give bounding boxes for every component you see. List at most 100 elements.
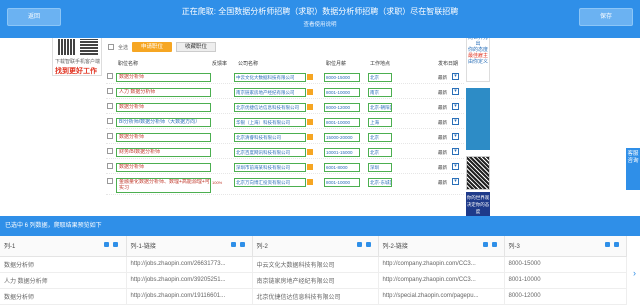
edit-icon[interactable] bbox=[104, 242, 109, 247]
row-checkbox[interactable] bbox=[107, 103, 113, 109]
location: 北京 bbox=[368, 148, 392, 157]
location: 深圳 bbox=[368, 163, 392, 172]
column-header[interactable]: 列-1-链接 bbox=[126, 236, 253, 257]
row-checkbox[interactable] bbox=[107, 148, 113, 154]
apply-button[interactable]: 申请职位 bbox=[132, 42, 173, 52]
save-button[interactable]: 保存 bbox=[579, 8, 633, 26]
worldview-ad[interactable]: 你的世界观决定你的态度 bbox=[466, 192, 490, 216]
employer-ad[interactable]: 向世界秀出 你的态度 最佳雇主 由你定义 bbox=[466, 38, 490, 82]
edit-icon[interactable] bbox=[230, 242, 236, 247]
expand-icon[interactable]: ▾ bbox=[452, 118, 459, 125]
cell: http://special.zhaopin.com/pagepu... bbox=[378, 288, 505, 305]
row-checkbox[interactable] bbox=[107, 88, 113, 94]
company-link[interactable]: 北京清睿科技有限公司 bbox=[234, 133, 306, 142]
cell: http://jobs.zhaopin.com/19116601... bbox=[126, 288, 253, 305]
select-all-checkbox[interactable] bbox=[108, 44, 114, 50]
settings-icon[interactable] bbox=[613, 242, 619, 247]
qr-code-icon bbox=[80, 39, 98, 55]
cell: 数据分析师 bbox=[0, 288, 127, 305]
ad-caption: 下载智联手机客户端 bbox=[55, 59, 101, 65]
location: 北京 bbox=[368, 133, 392, 142]
edit-icon[interactable] bbox=[356, 242, 362, 247]
row-checkbox[interactable] bbox=[107, 118, 113, 124]
post-date: 最新 bbox=[438, 105, 447, 110]
expand-icon[interactable]: ▾ bbox=[452, 73, 459, 80]
row-checkbox[interactable] bbox=[107, 133, 113, 139]
company-link[interactable]: 北京百度网讯科技有限公司 bbox=[234, 148, 306, 157]
badge-icon bbox=[307, 164, 313, 170]
edit-icon[interactable] bbox=[604, 242, 610, 247]
cell: 人力 数据分析师 bbox=[0, 272, 127, 289]
back-button[interactable]: 返回 bbox=[7, 8, 61, 26]
column-header[interactable]: 列-3 bbox=[504, 236, 627, 257]
location: 北京-朝阳区 bbox=[368, 103, 392, 112]
favorite-button[interactable]: 收藏职位 bbox=[176, 42, 217, 52]
expand-icon[interactable]: ▾ bbox=[452, 133, 459, 140]
expand-icon[interactable]: ▾ bbox=[452, 178, 459, 185]
job-title-link[interactable]: 人力 数据分析师 bbox=[116, 88, 211, 97]
company-link[interactable]: 华银（上海）科技有限公司 bbox=[234, 118, 306, 127]
salary: 8000-15000 bbox=[324, 73, 360, 82]
edit-icon[interactable] bbox=[482, 242, 488, 247]
table-row: 数据分析师 http://jobs.zhaopin.com/19116601..… bbox=[0, 288, 627, 305]
header-job: 职位名称 bbox=[118, 61, 139, 67]
settings-icon[interactable] bbox=[365, 242, 371, 247]
location: 北京-东城区 bbox=[368, 178, 392, 187]
app-download-ad[interactable]: 下载智联手机客户端 找到更好工作 bbox=[52, 38, 102, 76]
post-date: 最新 bbox=[438, 180, 447, 185]
cell: 数据分析师 bbox=[0, 256, 127, 273]
row-checkbox[interactable] bbox=[107, 163, 113, 169]
settings-icon[interactable] bbox=[239, 242, 245, 247]
promo-banner[interactable] bbox=[466, 88, 490, 150]
company-link[interactable]: 北京万向博汇投资有限公司 bbox=[234, 178, 306, 187]
salary: 8000-12000 bbox=[324, 103, 360, 112]
company-link[interactable]: 南京链家房地产经纪有限公司 bbox=[234, 88, 306, 97]
help-link[interactable]: 查看使用说明 bbox=[150, 20, 490, 28]
job-title-link[interactable]: 数据分析师 bbox=[116, 103, 211, 112]
post-date: 最新 bbox=[438, 75, 447, 80]
expand-icon[interactable]: ▾ bbox=[452, 148, 459, 155]
salary: 15000-20000 bbox=[324, 133, 360, 142]
column-header[interactable]: 列-2-链接 bbox=[378, 236, 505, 257]
table-row: 数据分析师 中云文化大数据科技有限公司 8000-15000 北京 最新 ▾ bbox=[106, 70, 464, 84]
header-feedback: 反馈率 bbox=[212, 61, 228, 67]
company-link[interactable]: 中云文化大数据科技有限公司 bbox=[234, 73, 306, 82]
location: 南京 bbox=[368, 88, 392, 97]
header-salary: 职位月薪 bbox=[326, 61, 347, 67]
preview-grid: 列-1 列-1-链接 列-2 列-2-链接 列-3 数据分析师 http://j… bbox=[0, 236, 640, 306]
column-name: 列-3 bbox=[508, 244, 520, 251]
job-title-link[interactable]: BI分析师/数据分析师（大数据方向） bbox=[116, 118, 211, 127]
row-checkbox[interactable] bbox=[107, 178, 113, 184]
expand-icon[interactable]: ▾ bbox=[452, 103, 459, 110]
settings-icon[interactable] bbox=[491, 242, 497, 247]
job-title-link[interactable]: 数据分析师 bbox=[116, 133, 211, 142]
post-date: 最新 bbox=[438, 165, 447, 170]
header-date: 发布日期 bbox=[438, 61, 459, 67]
cell: 8000-15000 bbox=[504, 256, 627, 273]
feedback-rate: 100% bbox=[212, 180, 223, 185]
expand-icon[interactable]: ▾ bbox=[452, 88, 459, 95]
job-title-link[interactable]: 金融量化数据分析师、数理+高能源理+可实习 bbox=[116, 178, 211, 193]
qr-code-icon bbox=[466, 156, 490, 190]
expand-icon[interactable]: ▾ bbox=[452, 163, 459, 170]
job-title-link[interactable]: 数据分析师 bbox=[116, 73, 211, 82]
list-toolbar: 全选 申请职位 收藏职位 bbox=[108, 42, 217, 52]
customer-service-tab[interactable]: 客服咨询 bbox=[626, 148, 640, 190]
location: 北京 bbox=[368, 73, 392, 82]
column-header[interactable]: 列-2 bbox=[252, 236, 379, 257]
job-title-link[interactable]: 数据分析师 bbox=[116, 163, 211, 172]
badge-icon bbox=[307, 74, 313, 80]
salary: 10001-15000 bbox=[324, 148, 360, 157]
employer-ad-column[interactable]: 向世界秀出 你的态度 最佳雇主 由你定义 你的世界观决定你的态度 bbox=[466, 38, 490, 216]
table-row: 数据分析师 北京优捷信达信息科技有限公司 8000-12000 北京-朝阳区 最… bbox=[106, 100, 464, 114]
row-checkbox[interactable] bbox=[107, 73, 113, 79]
column-header[interactable]: 列-1 bbox=[0, 236, 127, 257]
company-link[interactable]: 北京优捷信达信息科技有限公司 bbox=[234, 103, 306, 112]
job-title-link[interactable]: 财务/BI数据分析师 bbox=[116, 148, 211, 157]
column-name: 列-1 bbox=[4, 244, 16, 251]
header-company: 公司名称 bbox=[238, 61, 259, 67]
salary: 8001-10000 bbox=[324, 178, 360, 187]
chevron-right-icon[interactable]: › bbox=[633, 268, 636, 278]
company-link[interactable]: 深圳市前海某科技有限公司 bbox=[234, 163, 306, 172]
settings-icon[interactable] bbox=[113, 242, 118, 247]
